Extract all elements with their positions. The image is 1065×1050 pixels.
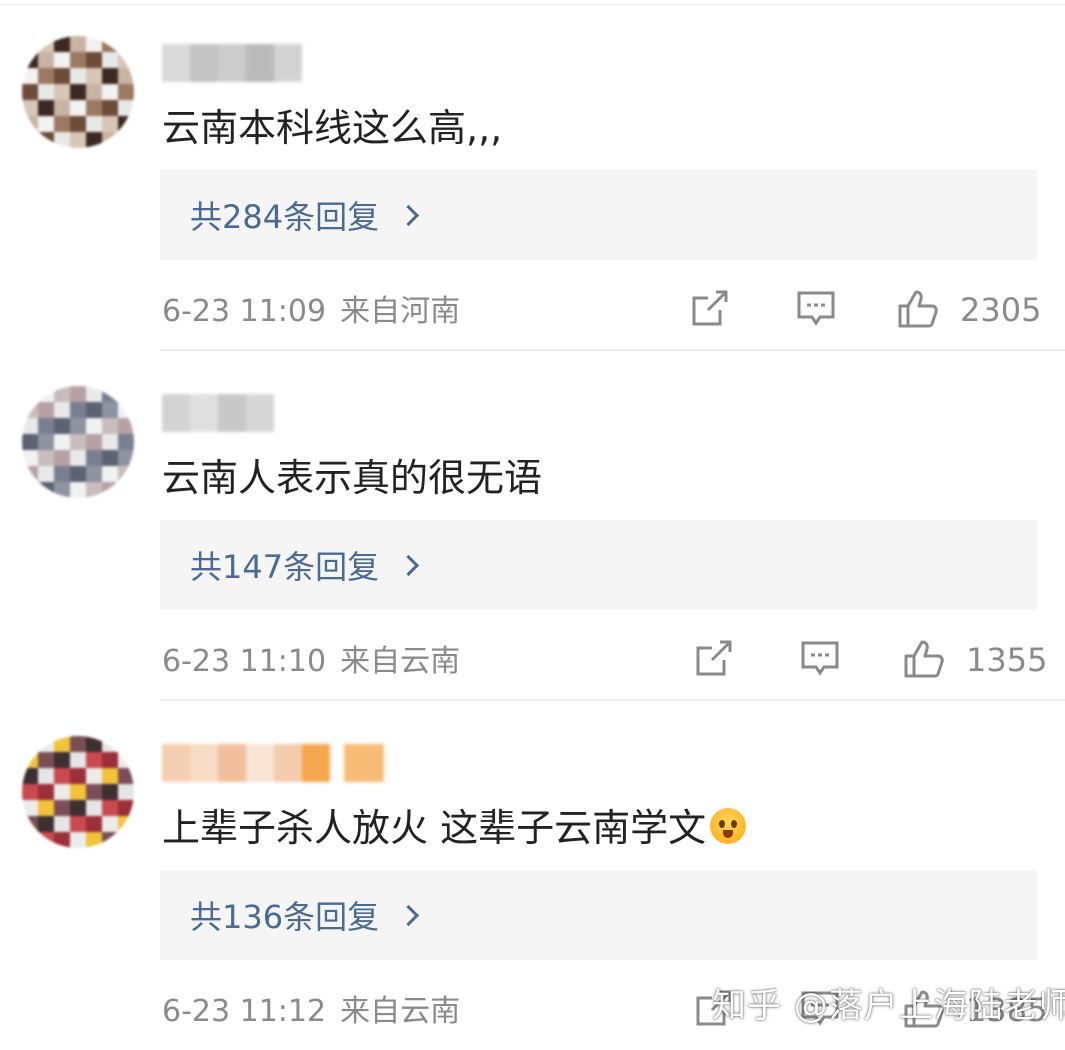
username-blurred[interactable] <box>162 394 274 432</box>
comment-meta: 6-23 11:09 来自河南 <box>162 286 460 330</box>
avatar[interactable] <box>22 36 134 148</box>
reply-count-label: 共284条回复 <box>190 198 380 236</box>
view-replies-button[interactable]: 共284条回复 <box>160 170 1037 260</box>
chevron-right-icon <box>397 554 420 576</box>
reply-count-label: 共147条回复 <box>190 548 380 586</box>
timestamp: 6-23 11:10 <box>162 644 327 679</box>
username-blurred[interactable] <box>162 44 302 82</box>
comment-item: 云南人表示真的很无语共147条回复 6-23 11:10 来自云南 1355 <box>0 350 1065 701</box>
watermark: 知乎 @落户上海陆老师 <box>712 986 1065 1026</box>
comment-item: 云南本科线这么高,,, 共284条回复 6-23 11:09 来自河南 2305 <box>0 0 1065 351</box>
thumbs-up-icon <box>902 636 946 684</box>
scream-emoji <box>710 808 747 844</box>
like-button[interactable]: 2305 <box>896 288 1041 332</box>
location: 来自云南 <box>340 994 461 1029</box>
view-replies-button[interactable]: 共136条回复 <box>160 870 1037 960</box>
like-count: 2305 <box>960 291 1042 329</box>
avatar[interactable] <box>22 386 134 498</box>
comment-icon[interactable] <box>796 288 836 332</box>
location: 来自河南 <box>340 294 461 329</box>
reply-count-label: 共136条回复 <box>190 898 380 936</box>
like-count: 1355 <box>966 641 1048 679</box>
comment-meta: 6-23 11:10 来自云南 <box>162 636 460 680</box>
comment-text: 云南本科线这么高,,, <box>162 106 503 150</box>
location: 来自云南 <box>340 644 461 679</box>
comment-meta: 6-23 11:12 来自云南 <box>162 986 460 1030</box>
comment-text: 云南人表示真的很无语 <box>162 456 543 500</box>
chevron-right-icon <box>397 904 420 926</box>
timestamp: 6-23 11:12 <box>162 994 327 1029</box>
comment-text: 上辈子杀人放火 这辈子云南学文 <box>162 802 747 854</box>
avatar[interactable] <box>22 736 134 848</box>
share-icon[interactable] <box>694 638 734 682</box>
timestamp: 6-23 11:09 <box>162 294 327 329</box>
thumbs-up-icon <box>896 286 940 334</box>
share-icon[interactable] <box>690 288 730 332</box>
username-blurred[interactable] <box>162 744 384 782</box>
chevron-right-icon <box>397 204 420 226</box>
view-replies-button[interactable]: 共147条回复 <box>160 520 1037 610</box>
comment-icon[interactable] <box>800 638 840 682</box>
like-button[interactable]: 1355 <box>902 638 1047 682</box>
